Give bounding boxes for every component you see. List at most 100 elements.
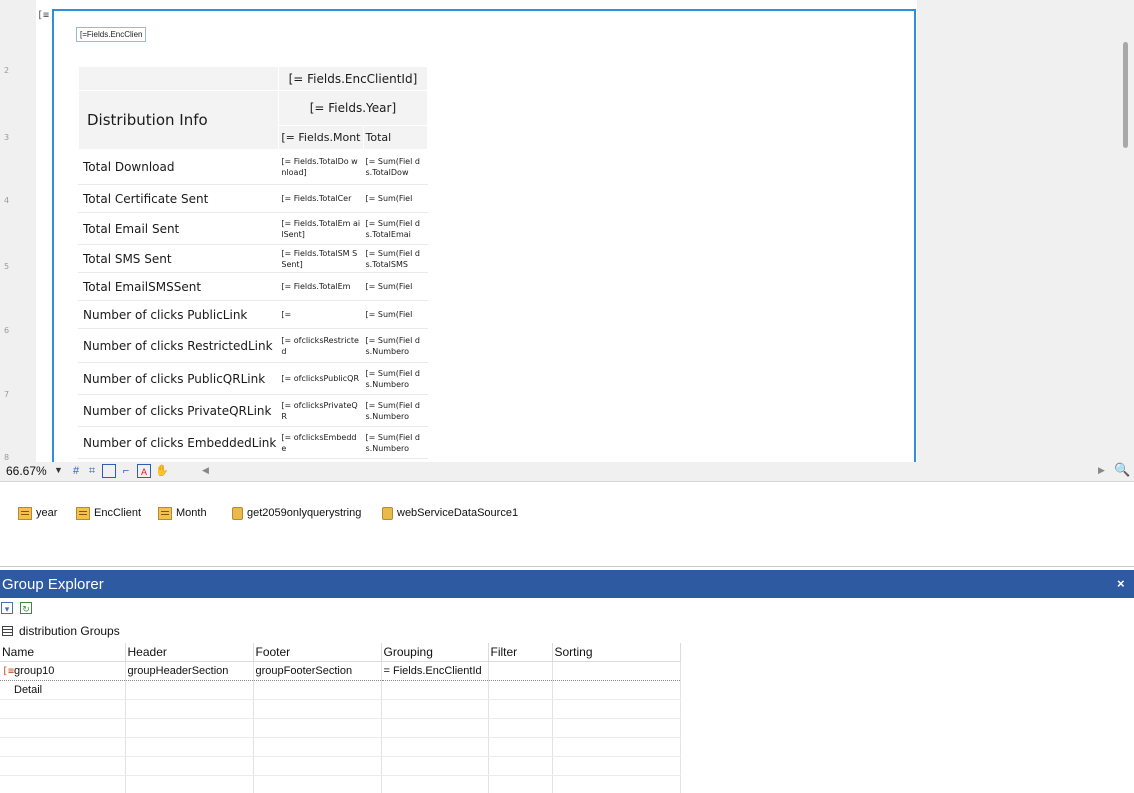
csv-datasource-icon [158,506,172,520]
pan-hand-icon[interactable]: ✋ [155,464,169,478]
group-explorer-title: Group Explorer [2,576,104,593]
detail-cell[interactable]: [= [278,300,364,329]
detail-cell[interactable]: [= ofclicksPublicQR [278,362,364,395]
group-filter-cell[interactable] [488,680,553,700]
zoom-level[interactable]: 66.67% [6,464,47,478]
distribution-groups-node[interactable]: distribution Groups [0,620,1134,642]
row-label[interactable]: Total Email Sent [77,212,280,245]
total-cell[interactable]: [= Sum(Fiel ds.Numbero [362,394,428,427]
group-grouping-cell[interactable] [381,680,489,700]
column-header-filter[interactable]: Filter [488,643,553,662]
column-header-header[interactable]: Header [125,643,254,662]
row-label[interactable]: Total EmailSMSSent [77,272,280,301]
column-header-grouping[interactable]: Grouping [381,643,489,662]
grid-icon[interactable]: # [69,464,83,478]
row-label[interactable]: Total Download [77,149,280,185]
group-header-cell[interactable]: groupHeaderSection [125,660,254,681]
report-page[interactable]: [≡ [=Fields.EncClien [= Fields.EncClient… [36,0,917,462]
detail-cell[interactable]: [= Fields.TotalSM SSent] [278,244,364,273]
group-sorting-cell[interactable] [552,680,681,700]
group-footer-cell[interactable]: groupFooterSection [253,660,382,681]
group-explorer-titlebar: Group Explorer × [0,570,1134,598]
distribution-crosstab[interactable]: [= Fields.EncClientId] Distribution Info… [77,66,428,459]
design-surface[interactable]: 2 3 4 5 6 7 8 [≡ [=Fields.EncClien [= Fi… [0,0,1134,462]
enc-client-textbox[interactable]: [=Fields.EncClien [76,27,147,42]
group-name-cell[interactable]: Detail [0,680,126,700]
text-icon[interactable]: A [137,464,151,478]
groups-grid: Name Header Footer Grouping Filter Sorti… [0,643,681,793]
groups-list-icon [2,626,13,636]
group-filter-cell[interactable] [488,660,553,681]
row-label[interactable]: Total SMS Sent [77,244,280,273]
table-row [0,699,681,719]
total-cell[interactable]: [= Sum(Fiel [362,272,428,301]
report-designer-window: 2 3 4 5 6 7 8 [≡ [=Fields.EncClien [= Fi… [0,0,1134,793]
group-section-marker[interactable]: [≡ [37,10,49,21]
column-group-month[interactable]: [= Fields.Mont [278,125,364,150]
total-cell[interactable]: [= Sum(Fiel ds.TotalDow [362,149,428,185]
scroll-left-icon[interactable]: ◀ [202,465,209,476]
total-cell[interactable]: [= Sum(Fiel ds.TotalSMS [362,244,428,273]
total-cell[interactable]: [= Sum(Fiel ds.Numbero [362,426,428,459]
dimensions-icon[interactable]: ⌐ [119,464,133,478]
tray-item-encclient[interactable]: EncClient [76,504,141,522]
tray-item-get2059onlyquerystring[interactable]: get2059onlyquerystring [232,504,361,522]
table-row[interactable]: Detail [0,680,681,700]
magnifier-icon[interactable]: 🔍 [1114,462,1130,478]
detail-cell[interactable]: [= ofclicksPrivateQR [278,394,364,427]
tray-item-webservicedatasource1[interactable]: webServiceDataSource1 [382,504,518,522]
detail-cell[interactable]: [= Fields.TotalDo wnload] [278,149,364,185]
zoom-toolbar: 66.67% ▼ # ⌗ ⌐ A ✋ ◀ ▶ 🔍 [0,462,1134,482]
total-cell[interactable]: [= Sum(Fiel ds.TotalEmai [362,212,428,245]
row-label[interactable]: Number of clicks PrivateQRLink [77,394,280,427]
row-label[interactable]: Number of clicks EmbeddedLink [77,426,280,459]
tray-item-label: Month [176,507,207,519]
tray-item-label: webServiceDataSource1 [397,507,519,519]
csv-datasource-icon [76,506,90,520]
vertical-scrollbar-thumb[interactable] [1123,42,1128,148]
group-grouping-cell[interactable]: = Fields.EncClientId [381,660,489,681]
detail-cell[interactable]: [= ofclicksEmbedde [278,426,364,459]
close-icon[interactable]: × [1117,576,1125,591]
table-row [0,775,681,793]
refresh-icon[interactable]: ↻ [20,602,32,614]
ruler-tick: 4 [4,196,10,205]
column-group-year[interactable]: [= Fields.Year] [278,90,428,126]
detail-cell[interactable]: [= Fields.TotalEm [278,272,364,301]
column-header-footer[interactable]: Footer [253,643,382,662]
total-cell[interactable]: [= Sum(Fiel ds.Numbero [362,362,428,395]
group-footer-cell[interactable] [253,680,382,700]
snap-grid-icon[interactable]: ⌗ [85,464,99,478]
tray-item-month[interactable]: Month [158,504,207,522]
zoom-dropdown-icon[interactable]: ▼ [54,465,63,475]
detail-cell[interactable]: [= Fields.TotalEm ailSent] [278,212,364,245]
column-header-name[interactable]: Name [0,643,126,662]
total-cell[interactable]: [= Sum(Fiel [362,300,428,329]
detail-cell[interactable]: [= ofclicksRestricted [278,328,364,363]
scroll-right-icon[interactable]: ▶ [1098,465,1105,476]
detail-cell[interactable]: [= Fields.TotalCer [278,184,364,213]
column-group-enc-client[interactable]: [= Fields.EncClientId] [278,66,428,91]
column-header-sorting[interactable]: Sorting [552,643,681,662]
total-cell[interactable]: [= Sum(Fiel ds.Numbero [362,328,428,363]
tray-item-year[interactable]: year [18,504,57,522]
tray-item-label: EncClient [94,507,142,519]
table-row[interactable]: [≡group10 groupHeaderSection groupFooter… [0,660,681,681]
group-name-cell[interactable]: [≡group10 [0,660,126,681]
ruler-tick: 8 [4,453,10,462]
row-label[interactable]: Number of clicks PublicLink [77,300,280,329]
group-sorting-cell[interactable] [552,660,681,681]
group-header-cell[interactable] [125,680,254,700]
add-group-icon[interactable]: ▾ [1,602,13,614]
snap-lines-icon[interactable] [102,464,116,478]
distribution-info-title[interactable]: Distribution Info [77,90,280,150]
corner-cell[interactable] [77,66,280,91]
row-label[interactable]: Number of clicks PublicQRLink [77,362,280,395]
group-icon: [≡ [2,665,15,677]
row-label[interactable]: Total Certificate Sent [77,184,280,213]
column-total-header[interactable]: Total [362,125,428,150]
database-icon [382,506,393,520]
ruler-tick: 7 [4,390,10,399]
row-label[interactable]: Number of clicks RestrictedLink [77,328,280,363]
total-cell[interactable]: [= Sum(Fiel [362,184,428,213]
